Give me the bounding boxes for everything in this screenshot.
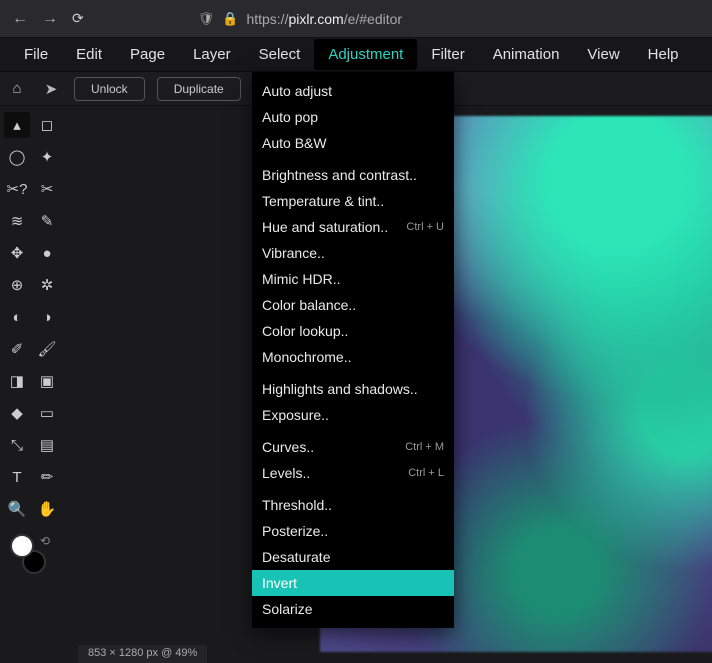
tool-liquify[interactable]: ≋ xyxy=(4,208,30,234)
status-bar: 853 × 1280 px @ 49% xyxy=(78,645,207,663)
tool-shape[interactable]: ▭ xyxy=(34,400,60,426)
forward-button[interactable]: → xyxy=(42,10,58,28)
address-bar[interactable]: 🛡 🔒 https://pixlr.com/e/#editor xyxy=(198,11,700,27)
tool-pattern[interactable]: ⊕ xyxy=(4,272,30,298)
tool-brush[interactable]: 🖌 xyxy=(34,336,60,362)
menu-select[interactable]: Select xyxy=(245,39,315,70)
menu-item-highlights-and-shadows[interactable]: Highlights and shadows.. xyxy=(252,376,454,402)
tool-sponge[interactable]: ◑ xyxy=(34,304,60,330)
tool-lasso[interactable]: ◯ xyxy=(4,144,30,170)
menu-adjustment[interactable]: Adjustment xyxy=(314,39,417,70)
swap-colors-icon[interactable]: ⟲ xyxy=(40,534,50,548)
shield-icon: 🛡 xyxy=(198,11,215,27)
menu-item-vibrance[interactable]: Vibrance.. xyxy=(252,240,454,266)
tool-pen[interactable]: ✎ xyxy=(34,208,60,234)
tool-palette: ▴◻◯✦✂?✂≋✎✥●⊕✲◐◑✐🖌◨▣◆▭⤡▤T✏🔍✋ ⟲ xyxy=(0,106,64,663)
tool-fill[interactable]: ▣ xyxy=(34,368,60,394)
tool-marquee[interactable]: ◻ xyxy=(34,112,60,138)
tool-text[interactable]: T xyxy=(4,464,30,490)
unlock-button[interactable]: Unlock xyxy=(74,77,145,101)
menu-item-exposure[interactable]: Exposure.. xyxy=(252,402,454,428)
menu-item-monochrome[interactable]: Monochrome.. xyxy=(252,344,454,370)
menu-item-curves[interactable]: Curves..Ctrl + M xyxy=(252,434,454,460)
menu-item-posterize[interactable]: Posterize.. xyxy=(252,518,454,544)
tool-eyedropper[interactable]: ✐ xyxy=(4,336,30,362)
tool-eraser[interactable]: ◨ xyxy=(4,368,30,394)
tool-clone[interactable]: ✥ xyxy=(4,240,30,266)
menu-item-hue-and-saturation[interactable]: Hue and saturation..Ctrl + U xyxy=(252,214,454,240)
menu-item-auto-adjust[interactable]: Auto adjust xyxy=(252,78,454,104)
menu-file[interactable]: File xyxy=(10,39,62,70)
tool-crop[interactable]: ✂? xyxy=(4,176,30,202)
menu-animation[interactable]: Animation xyxy=(479,39,574,70)
menu-item-desaturate[interactable]: Desaturate xyxy=(252,544,454,570)
home-icon[interactable]: ⌂ xyxy=(6,80,28,97)
menu-item-color-balance[interactable]: Color balance.. xyxy=(252,292,454,318)
browser-chrome: ← → ⟳ 🛡 🔒 https://pixlr.com/e/#editor xyxy=(0,0,712,38)
color-swatches[interactable]: ⟲ xyxy=(4,534,60,584)
duplicate-button[interactable]: Duplicate xyxy=(157,77,241,101)
foreground-swatch[interactable] xyxy=(10,534,34,558)
menu-view[interactable]: View xyxy=(573,39,633,70)
tool-layers[interactable]: ▤ xyxy=(34,432,60,458)
lock-icon: 🔒 xyxy=(222,11,238,27)
pointer-icon[interactable]: ➤ xyxy=(40,80,62,98)
menu-item-color-lookup[interactable]: Color lookup.. xyxy=(252,318,454,344)
tool-hand[interactable]: ✋ xyxy=(34,496,60,522)
tool-blur[interactable]: ● xyxy=(34,240,60,266)
reload-button[interactable]: ⟳ xyxy=(72,10,84,27)
menu-item-threshold[interactable]: Threshold.. xyxy=(252,492,454,518)
menu-item-solarize[interactable]: Solarize xyxy=(252,596,454,622)
tool-draw[interactable]: ✏ xyxy=(34,464,60,490)
tool-gradient[interactable]: ◆ xyxy=(4,400,30,426)
tool-disperse[interactable]: ✲ xyxy=(34,272,60,298)
menu-item-levels[interactable]: Levels..Ctrl + L xyxy=(252,460,454,486)
menu-help[interactable]: Help xyxy=(634,39,693,70)
tool-transform[interactable]: ⤡ xyxy=(4,432,30,458)
tool-wand[interactable]: ✦ xyxy=(34,144,60,170)
tool-dodge[interactable]: ◐ xyxy=(4,304,30,330)
url-text: https://pixlr.com/e/#editor xyxy=(246,11,402,27)
menu-item-mimic-hdr[interactable]: Mimic HDR.. xyxy=(252,266,454,292)
menu-item-auto-pop[interactable]: Auto pop xyxy=(252,104,454,130)
menu-item-auto-b-w[interactable]: Auto B&W xyxy=(252,130,454,156)
menu-item-temperature-tint[interactable]: Temperature & tint.. xyxy=(252,188,454,214)
menu-edit[interactable]: Edit xyxy=(62,39,116,70)
menu-item-brightness-and-contrast[interactable]: Brightness and contrast.. xyxy=(252,162,454,188)
tool-cut[interactable]: ✂ xyxy=(34,176,60,202)
tool-arrow-select[interactable]: ▴ xyxy=(4,112,30,138)
menu-layer[interactable]: Layer xyxy=(179,39,245,70)
menu-filter[interactable]: Filter xyxy=(417,39,478,70)
menubar: FileEditPageLayerSelectAdjustmentFilterA… xyxy=(0,38,712,72)
adjustment-menu: Auto adjustAuto popAuto B&W Brightness an… xyxy=(252,72,454,628)
tool-zoom[interactable]: 🔍 xyxy=(4,496,30,522)
menu-item-invert[interactable]: Invert xyxy=(252,570,454,596)
back-button[interactable]: ← xyxy=(12,10,28,28)
menu-page[interactable]: Page xyxy=(116,39,179,70)
